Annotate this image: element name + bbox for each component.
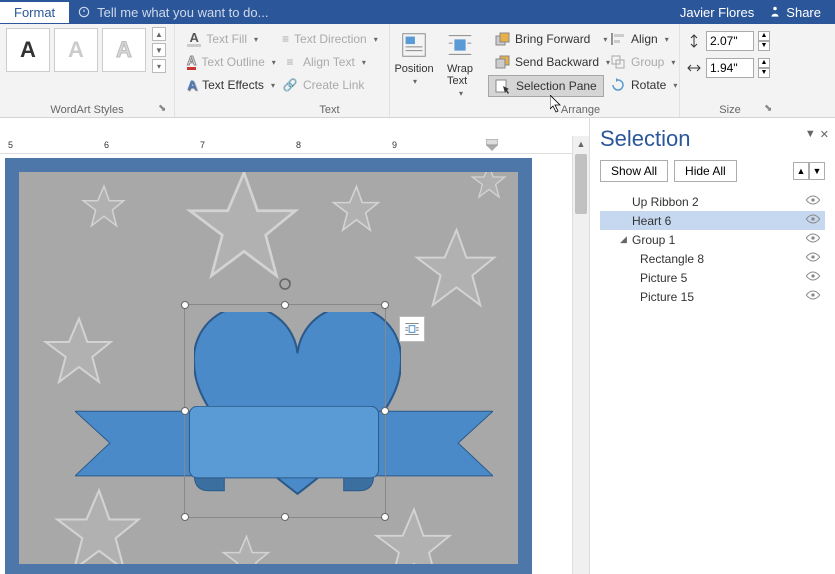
align-icon [610,31,626,47]
link-icon: 🔗 [282,77,298,93]
text-direction-icon: ≡ [282,31,289,47]
group-label-text: Text [270,104,389,116]
object-row[interactable]: Picture 15 [600,287,825,306]
gallery-down[interactable]: ▼ [152,43,166,57]
pane-close[interactable]: ✕ [820,128,829,141]
object-name: Heart 6 [632,214,671,228]
move-down-button[interactable]: ▼ [809,162,825,180]
text-effects-button[interactable]: AText Effects▾ [181,75,264,95]
selection-pane-button[interactable]: Selection Pane [488,75,604,97]
handle-w[interactable] [181,407,189,415]
handle-s[interactable] [281,513,289,521]
object-row[interactable]: ◢Group 1 [600,230,825,249]
create-link-button[interactable]: 🔗Create Link [276,75,383,95]
pane-title: Selection [600,126,825,152]
text-effects-icon: A [187,77,197,93]
wordart-gallery[interactable]: A A A ▲ ▼ ▾ [6,27,168,73]
align-text-button[interactable]: ≡Align Text▾ [276,52,383,72]
tell-me-placeholder: Tell me what you want to do... [97,5,268,20]
object-list: Up Ribbon 2Heart 6◢Group 1Rectangle 8Pic… [600,192,825,306]
layout-options-button[interactable] [399,316,425,342]
share-button[interactable]: Share [768,5,821,20]
visibility-icon[interactable] [805,213,821,228]
selection-pane: ▼ ✕ Selection Show All Hide All ▲ ▼ Up R… [589,118,835,574]
object-row[interactable]: Rectangle 8 [600,249,825,268]
visibility-icon[interactable] [805,232,821,247]
height-up[interactable]: ▲ [758,31,770,41]
tab-format[interactable]: Format [0,2,69,23]
document-canvas[interactable] [5,158,532,574]
group-label-wordart: WordArt Styles [0,104,174,116]
scroll-thumb[interactable] [575,154,587,214]
object-name: Picture 15 [640,290,694,304]
wordart-style-1[interactable]: A [6,28,50,72]
show-all-button[interactable]: Show All [600,160,668,182]
object-row[interactable]: Picture 5 [600,268,825,287]
group-label-arrange: Arrange [482,104,679,116]
group-icon [610,54,626,70]
gallery-up[interactable]: ▲ [152,27,166,41]
user-name[interactable]: Javier Flores [680,5,754,20]
object-name: Group 1 [632,233,675,247]
scroll-up[interactable]: ▲ [573,136,589,152]
rotate-icon [610,77,626,93]
handle-n[interactable] [281,301,289,309]
handle-e[interactable] [381,407,389,415]
object-row[interactable]: Up Ribbon 2 [600,192,825,211]
size-dialog-launcher[interactable]: ⬊ [764,103,776,115]
position-icon [398,29,430,61]
move-up-button[interactable]: ▲ [793,162,809,180]
object-name: Up Ribbon 2 [632,195,699,209]
wordart-style-3[interactable]: A [102,28,146,72]
position-button[interactable]: Position▾ [396,27,432,88]
wrap-text-icon [444,29,476,61]
bring-forward-button[interactable]: Bring Forward▾ [488,29,604,49]
object-row[interactable]: Heart 6 [600,211,825,230]
align-text-icon: ≡ [282,54,298,70]
text-outline-button[interactable]: AText Outline▾ [181,52,264,72]
visibility-icon[interactable] [805,194,821,209]
selection-pane-icon [495,78,511,94]
text-direction-button[interactable]: ≡Text Direction▾ [276,29,383,49]
text-fill-button[interactable]: AText Fill▾ [181,29,264,49]
width-input[interactable] [706,58,754,78]
text-fill-icon: A [187,31,201,47]
handle-ne[interactable] [381,301,389,309]
wordart-dialog-launcher[interactable]: ⬊ [158,103,170,115]
height-down[interactable]: ▼ [758,41,770,51]
handle-nw[interactable] [181,301,189,309]
visibility-icon[interactable] [805,251,821,266]
rotate-button[interactable]: Rotate▾ [604,75,676,95]
send-backward-button[interactable]: Send Backward▾ [488,52,604,72]
rotate-handle[interactable] [278,277,292,291]
tell-me-search[interactable]: Tell me what you want to do... [77,5,268,20]
height-input[interactable] [706,31,754,51]
handle-sw[interactable] [181,513,189,521]
bring-forward-icon [494,31,510,47]
expand-icon[interactable]: ◢ [620,234,632,245]
hide-all-button[interactable]: Hide All [674,160,737,182]
object-name: Picture 5 [640,271,687,285]
width-up[interactable]: ▲ [758,58,770,68]
width-down[interactable]: ▼ [758,68,770,78]
wordart-style-2[interactable]: A [54,28,98,72]
vertical-scrollbar[interactable]: ▲ [572,136,589,574]
height-icon [686,33,702,49]
width-icon [686,60,702,76]
visibility-icon[interactable] [805,270,821,285]
gallery-more[interactable]: ▾ [152,59,166,73]
wrap-text-button[interactable]: Wrap Text▾ [444,27,476,100]
text-outline-icon: A [187,54,196,70]
send-backward-icon [494,54,510,70]
selection-box[interactable] [184,304,386,518]
visibility-icon[interactable] [805,289,821,304]
align-button[interactable]: Align▾ [604,29,676,49]
pane-options[interactable]: ▼ [805,128,816,141]
object-name: Rectangle 8 [640,252,704,266]
handle-se[interactable] [381,513,389,521]
group-button[interactable]: Group▾ [604,52,676,72]
horizontal-ruler[interactable]: 5 6 7 8 9 [0,136,589,154]
